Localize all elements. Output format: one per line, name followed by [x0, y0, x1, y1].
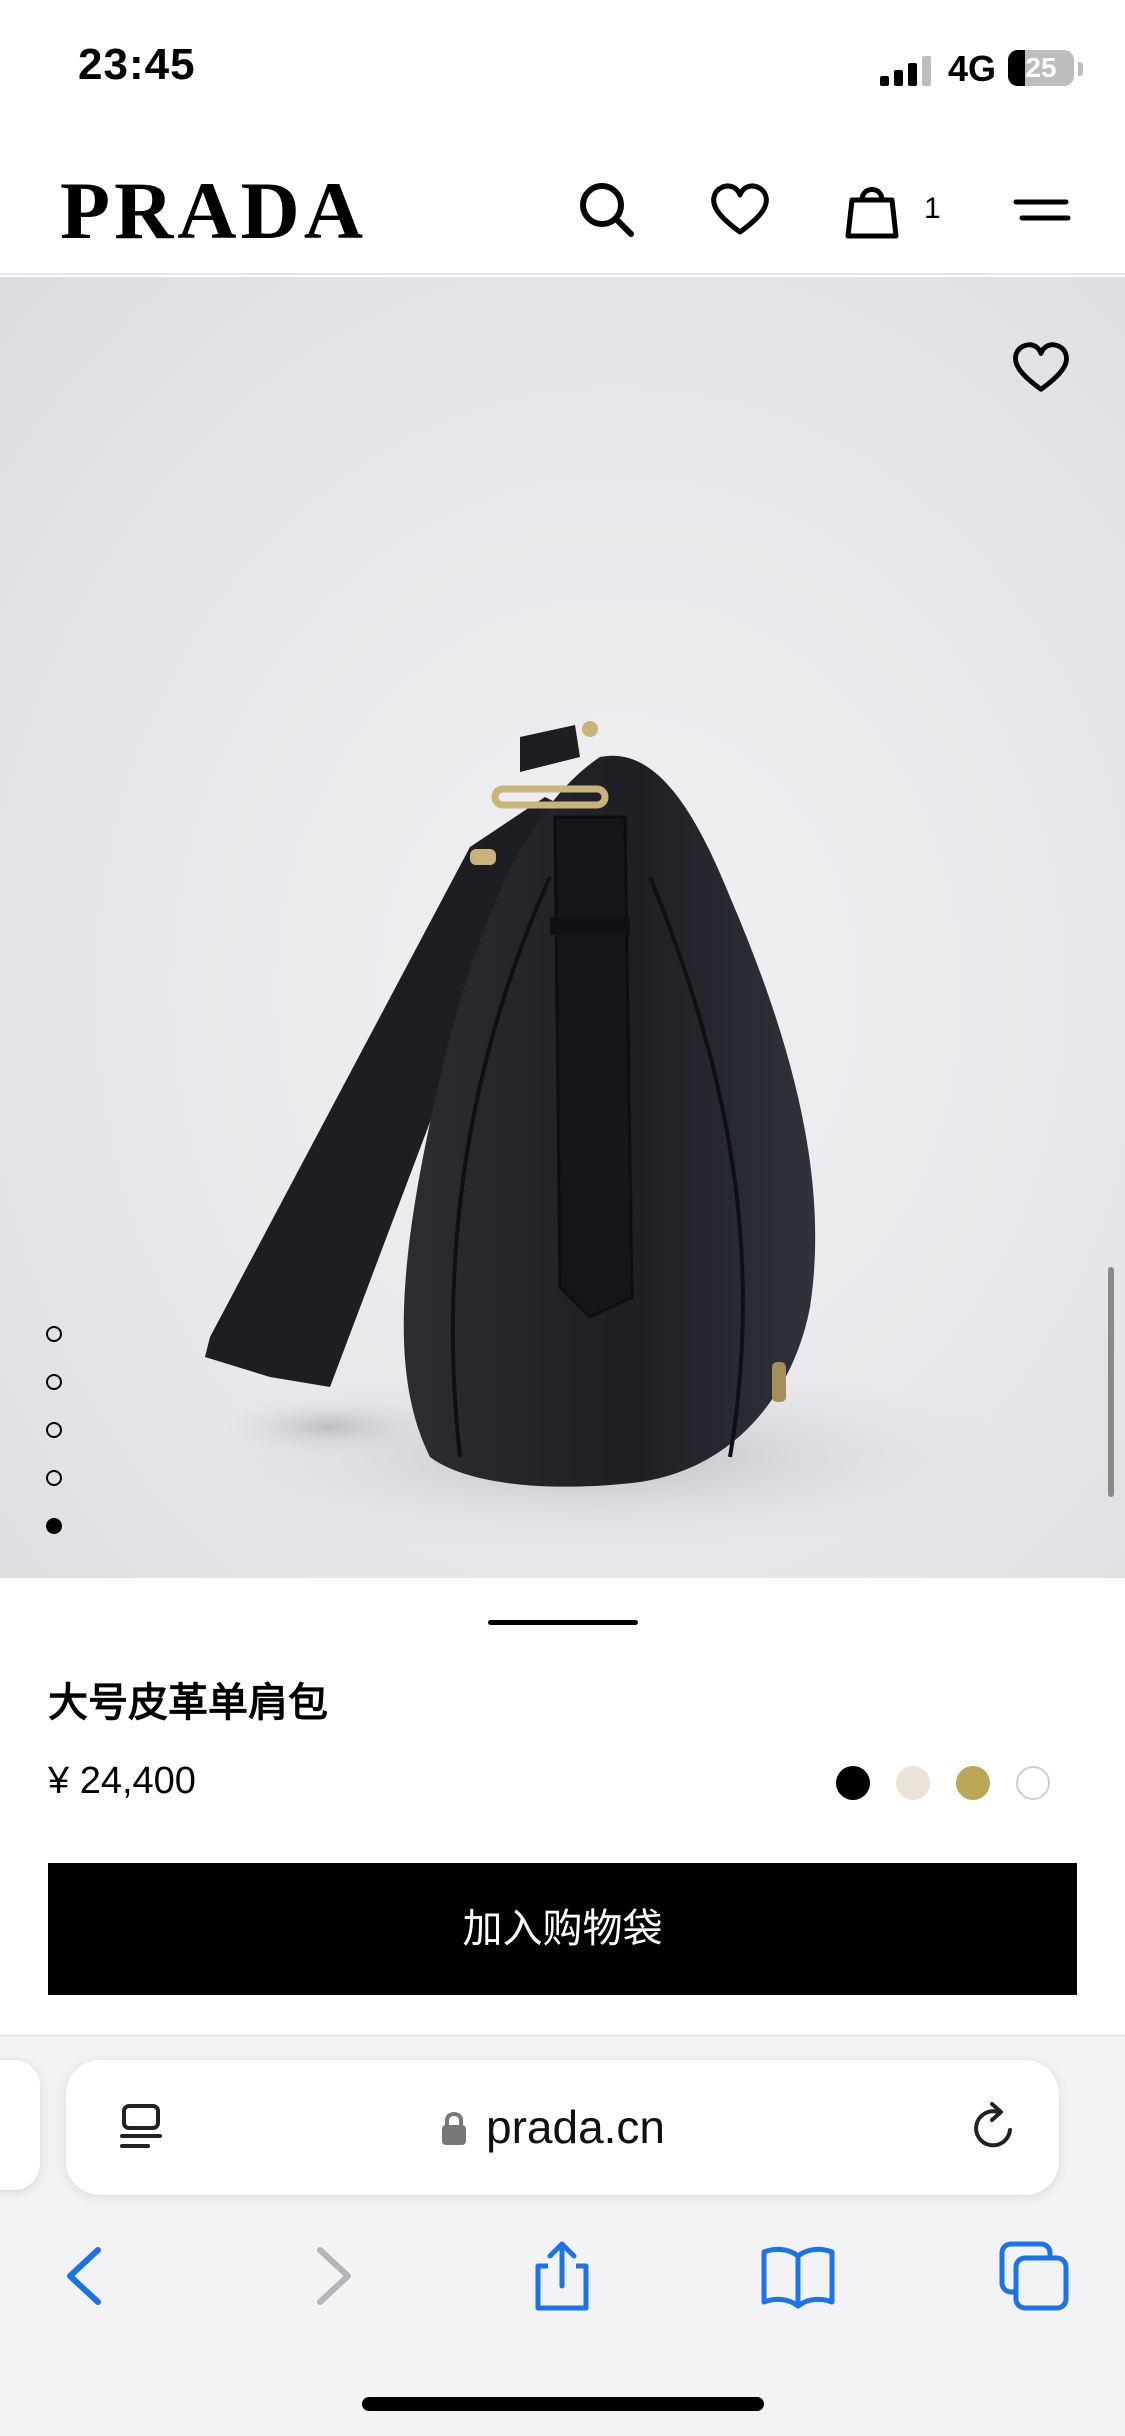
sheet-drag-handle[interactable]	[488, 1620, 638, 1625]
previous-tab-preview[interactable]	[0, 2060, 40, 2190]
status-time: 23:45	[78, 40, 196, 89]
product-photo	[180, 721, 1020, 1552]
reload-icon[interactable]	[966, 2100, 1022, 2156]
product-image-carousel[interactable]	[0, 277, 1125, 1578]
menu-icon[interactable]	[1010, 178, 1074, 242]
lock-icon	[442, 2112, 466, 2145]
signal-icon	[880, 52, 936, 86]
page-scrollbar[interactable]	[1108, 1267, 1114, 1497]
shopping-bag-icon[interactable]	[840, 178, 904, 242]
product-info-sheet: 大号皮革单肩包 ¥ 24,400 加入购物袋	[0, 1578, 1125, 2038]
address-bar[interactable]: prada.cn	[66, 2060, 1059, 2195]
carousel-dot-5[interactable]	[46, 1518, 62, 1534]
color-swatches	[836, 1766, 1076, 1800]
battery-cap	[1078, 62, 1083, 76]
add-to-bag-button[interactable]: 加入购物袋	[48, 1863, 1077, 1995]
site-header: PRADA 1	[0, 140, 1125, 275]
product-name: 大号皮革单肩包	[48, 1681, 328, 1725]
color-swatch-black[interactable]	[836, 1766, 870, 1800]
url-text: prada.cn	[486, 2101, 666, 2153]
tabs-icon[interactable]	[994, 2236, 1074, 2316]
carousel-dot-4[interactable]	[46, 1470, 62, 1486]
battery-icon: 25	[1008, 50, 1074, 86]
browser-toolbar: prada.cn	[0, 2035, 1125, 2436]
color-swatch-cream[interactable]	[896, 1766, 930, 1800]
product-price: ¥ 24,400	[48, 1760, 196, 1802]
favorite-heart-icon[interactable]	[1010, 337, 1072, 399]
forward-icon[interactable]	[290, 2236, 370, 2316]
status-bar: 23:45 4G 25	[0, 0, 1125, 140]
network-type: 4G	[948, 48, 997, 89]
reader-icon[interactable]	[116, 2102, 166, 2152]
cart-count: 1	[924, 192, 941, 225]
carousel-indicator	[46, 1326, 68, 1566]
carousel-dot-3[interactable]	[46, 1422, 62, 1438]
color-swatch-white[interactable]	[1016, 1766, 1050, 1800]
carousel-dot-2[interactable]	[46, 1374, 62, 1390]
carousel-dot-1[interactable]	[46, 1326, 62, 1342]
share-icon[interactable]	[522, 2236, 602, 2316]
home-indicator[interactable]	[362, 2397, 764, 2411]
battery-level: 25	[1025, 52, 1057, 83]
search-icon[interactable]	[575, 178, 639, 242]
color-swatch-olive-gold[interactable]	[956, 1766, 990, 1800]
brand-logo[interactable]: PRADA	[60, 170, 367, 252]
heart-icon[interactable]	[708, 178, 772, 242]
bookmarks-icon[interactable]	[758, 2236, 838, 2316]
back-icon[interactable]	[48, 2236, 128, 2316]
